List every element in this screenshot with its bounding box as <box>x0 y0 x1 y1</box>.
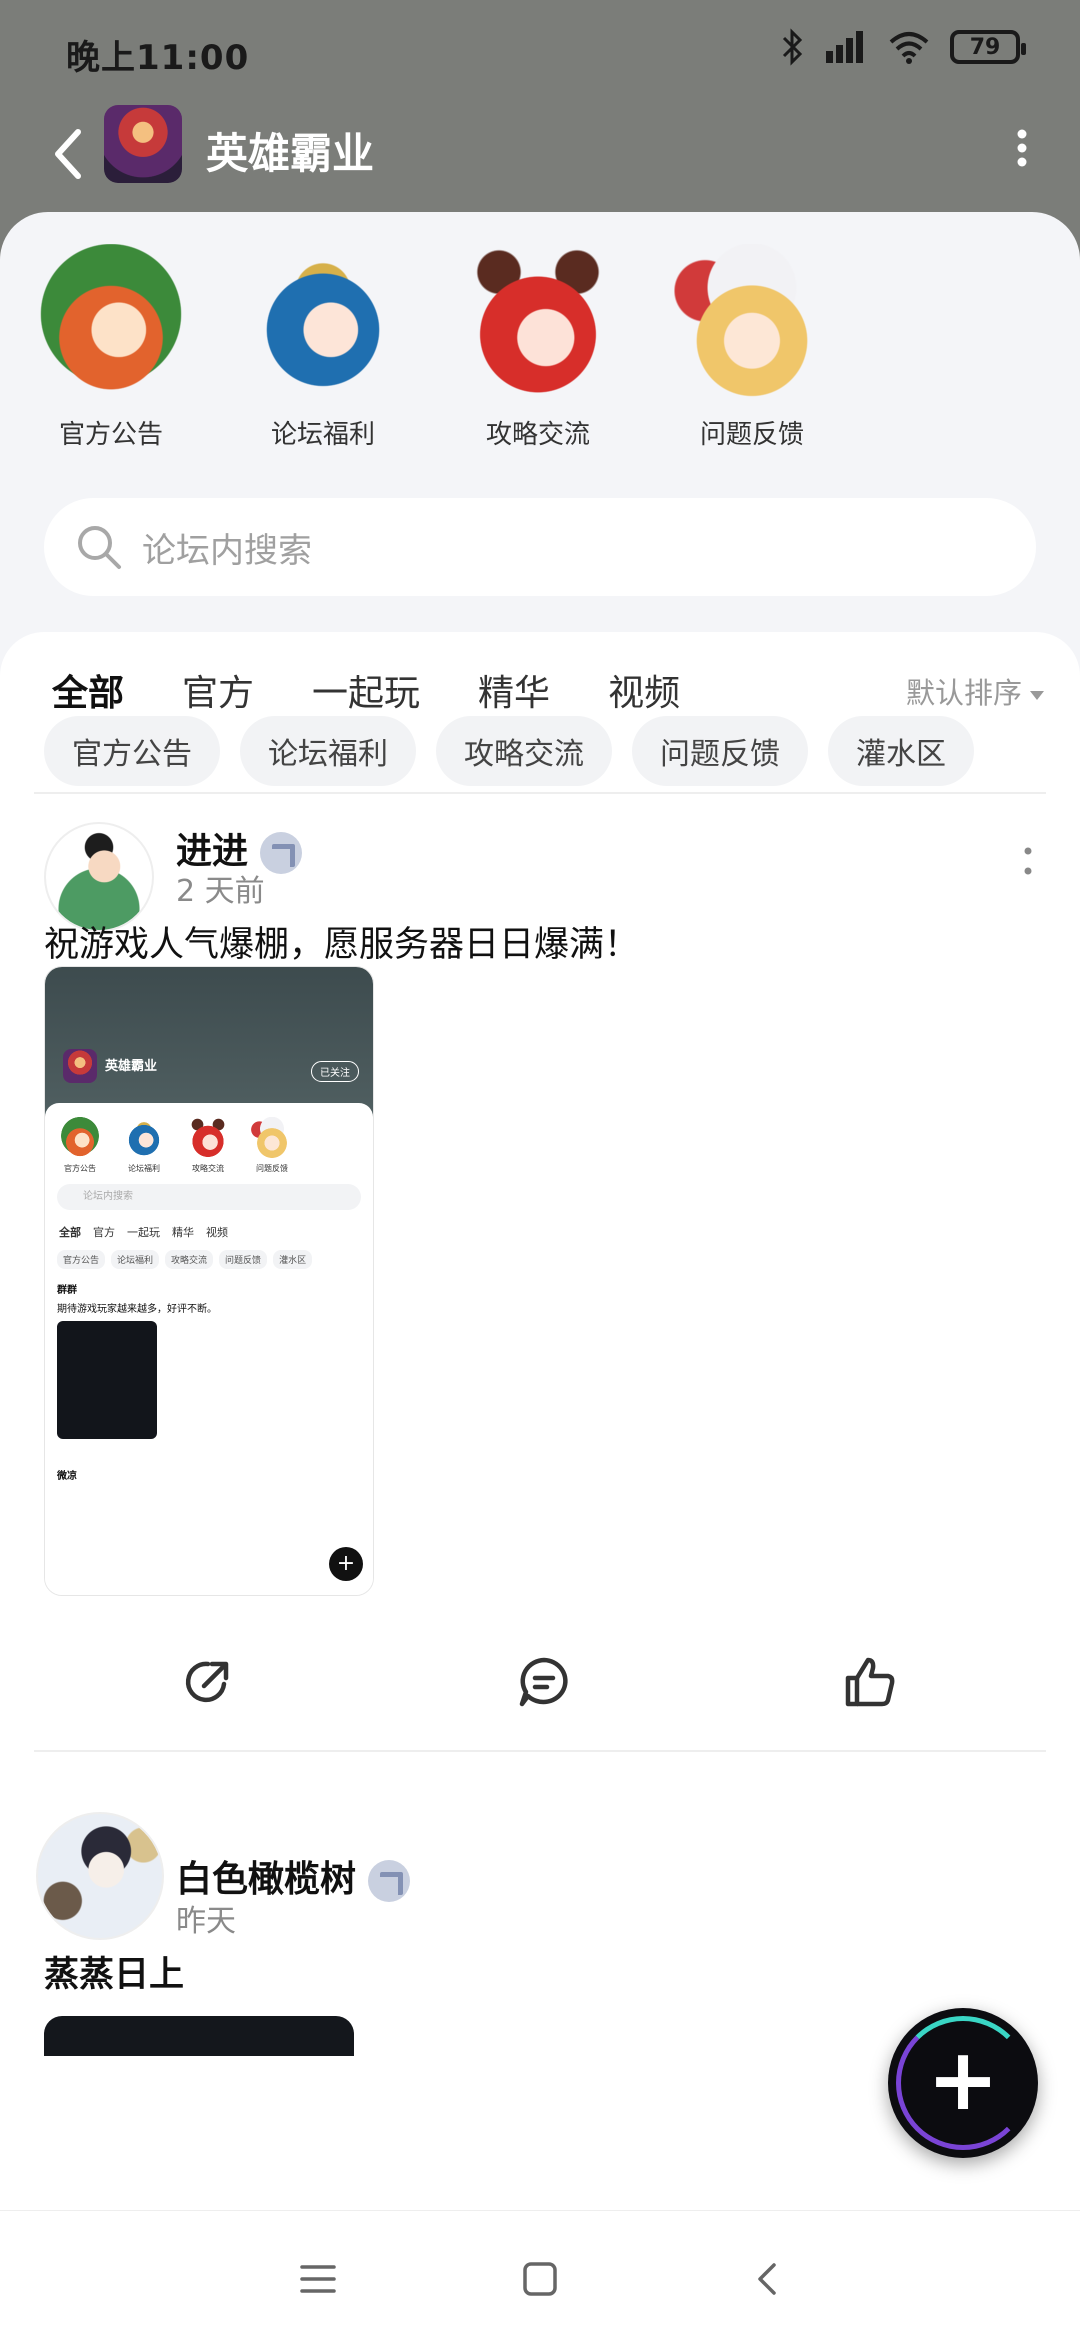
screenshot-chip: 灌水区 <box>273 1250 313 1269</box>
divider <box>34 1750 1046 1752</box>
create-post-button[interactable]: + <box>888 2008 1038 2158</box>
post-username[interactable]: 白色橄榄树 <box>176 1850 411 1902</box>
post-image[interactable] <box>44 2016 354 2056</box>
post-image[interactable]: 英雄霸业 已关注 官方公告 论坛福利 攻略交流 问题反馈 论坛内搜索 全部 官方… <box>44 966 374 1596</box>
home-icon[interactable] <box>518 2257 562 2301</box>
screenshot-category-label: 论坛福利 <box>128 1164 160 1173</box>
screenshot-category: 攻略交流 <box>187 1117 229 1174</box>
status-bar: 晚上11:00 79 <box>0 0 1080 100</box>
category-guides[interactable]: 攻略交流 <box>443 244 633 451</box>
screenshot-category: 官方公告 <box>59 1117 101 1174</box>
screenshot-category-portrait <box>59 1117 101 1159</box>
battery-icon: 79 <box>950 30 1026 64</box>
chip-feedback[interactable]: 问题反馈 <box>632 716 808 786</box>
category-official-notice[interactable]: 官方公告 <box>16 244 206 451</box>
screenshot-search: 论坛内搜索 <box>57 1184 361 1210</box>
category-portrait <box>33 244 189 400</box>
signal-icon <box>826 31 863 63</box>
battery-level: 79 <box>969 34 1001 60</box>
screenshot-category-portrait <box>123 1117 165 1159</box>
page-title: 英雄霸业 <box>206 129 375 178</box>
chip-guides[interactable]: 攻略交流 <box>436 716 612 786</box>
screenshot-category-portrait <box>251 1117 293 1159</box>
screenshot-chip: 论坛福利 <box>111 1250 160 1269</box>
screenshot-app-logo <box>63 1049 97 1083</box>
chip-official-notice[interactable]: 官方公告 <box>44 716 220 786</box>
screenshot-tab: 官方 <box>93 1226 115 1239</box>
screenshot-chip: 官方公告 <box>57 1250 106 1269</box>
search-input[interactable]: 论坛内搜索 <box>44 498 1036 596</box>
chip-chat-area[interactable]: 灌水区 <box>828 716 974 786</box>
category-label: 问题反馈 <box>699 420 804 450</box>
bluetooth-icon <box>782 28 803 66</box>
plus-icon: + <box>926 2030 1000 2130</box>
post-time: 2 天前 <box>176 874 265 909</box>
category-portrait <box>460 244 616 400</box>
search-placeholder: 论坛内搜索 <box>142 530 312 571</box>
category-feedback[interactable]: 问题反馈 <box>657 244 847 451</box>
screenshot-category-label: 官方公告 <box>64 1164 96 1173</box>
user-level-badge-icon <box>260 832 303 874</box>
sort-label: 默认排序 <box>905 676 1022 710</box>
category-row: 官方公告 论坛福利 攻略交流 问题反馈 <box>0 244 1080 474</box>
chip-forum-benefits[interactable]: 论坛福利 <box>240 716 416 786</box>
screenshot-tab: 全部 <box>59 1226 81 1239</box>
screenshot-tab: 视频 <box>206 1226 228 1239</box>
status-time: 晚上11:00 <box>66 38 250 78</box>
back-nav-icon[interactable] <box>746 2257 790 2301</box>
screenshot-chip: 问题反馈 <box>219 1250 268 1269</box>
screenshot-category: 论坛福利 <box>123 1117 165 1174</box>
post-text: 蒸蒸日上 <box>44 1955 185 1995</box>
more-icon[interactable] <box>1016 128 1028 168</box>
screenshot-body: 官方公告 论坛福利 攻略交流 问题反馈 论坛内搜索 全部 官方 一起玩 精华 视… <box>45 1103 373 1595</box>
app-logo <box>104 105 182 183</box>
screenshot-title: 英雄霸业 <box>105 1059 158 1074</box>
screenshot-post-user: 群群 <box>57 1285 77 1296</box>
screenshot-post-text: 期待游戏玩家越来越多，好评不断。 <box>57 1304 217 1315</box>
screenshot-chip: 攻略交流 <box>165 1250 214 1269</box>
screenshot-tab: 一起玩 <box>127 1226 160 1239</box>
screenshot-fab-icon: + <box>329 1547 363 1581</box>
chip-row: 官方公告 论坛福利 攻略交流 问题反馈 灌水区 <box>44 716 974 786</box>
category-label: 论坛福利 <box>270 420 375 450</box>
screenshot-tabs: 全部 官方 一起玩 精华 视频 <box>45 1220 373 1244</box>
search-icon <box>78 526 121 569</box>
category-portrait <box>245 244 401 400</box>
status-icons: 79 <box>780 28 1026 66</box>
screenshot-category-label: 攻略交流 <box>192 1164 224 1173</box>
category-label: 攻略交流 <box>485 420 590 450</box>
post-more-icon[interactable] <box>1024 846 1032 876</box>
avatar[interactable] <box>36 1812 164 1940</box>
menu-icon[interactable] <box>296 2257 340 2301</box>
category-portrait <box>674 244 830 400</box>
divider <box>34 792 1046 794</box>
wifi-icon <box>889 32 929 64</box>
screenshot-category-portrait <box>187 1117 229 1159</box>
caret-down-icon <box>1030 690 1044 700</box>
user-level-badge-icon <box>368 1860 411 1902</box>
post-actions <box>0 1654 1080 1734</box>
screenshot-category: 问题反馈 <box>251 1117 293 1174</box>
screenshot-follow-badge: 已关注 <box>311 1061 359 1082</box>
content-sheet: 官方公告 论坛福利 攻略交流 问题反馈 论坛内搜索 全部 官方 一起玩 精华 视… <box>0 212 1080 2340</box>
sort-dropdown[interactable]: 默认排序 <box>906 670 1044 712</box>
like-icon[interactable] <box>842 1654 898 1710</box>
screenshot-chips: 官方公告 论坛福利 攻略交流 问题反馈 灌水区 <box>45 1244 373 1275</box>
back-icon[interactable] <box>48 124 88 184</box>
screenshot-categories: 官方公告 论坛福利 攻略交流 问题反馈 <box>45 1103 373 1174</box>
screenshot-second-user: 微凉 <box>57 1471 77 1482</box>
screenshot-tab: 精华 <box>172 1226 194 1239</box>
post-text: 祝游戏人气爆棚，愿服务器日日爆满！ <box>44 925 640 965</box>
share-icon[interactable] <box>180 1654 236 1710</box>
category-forum-benefits[interactable]: 论坛福利 <box>228 244 418 451</box>
screenshot-post: 群群 期待游戏玩家越来越多，好评不断。 微凉 <box>45 1275 373 1488</box>
post-time: 昨天 <box>176 1904 236 1939</box>
screenshot-post-image <box>57 1321 157 1439</box>
screenshot-category-label: 问题反馈 <box>256 1164 288 1173</box>
username-text: 白色橄榄树 <box>176 1859 357 1900</box>
system-nav-bar <box>0 2210 1080 2340</box>
category-label: 官方公告 <box>58 420 163 450</box>
comment-icon[interactable] <box>516 1654 572 1710</box>
